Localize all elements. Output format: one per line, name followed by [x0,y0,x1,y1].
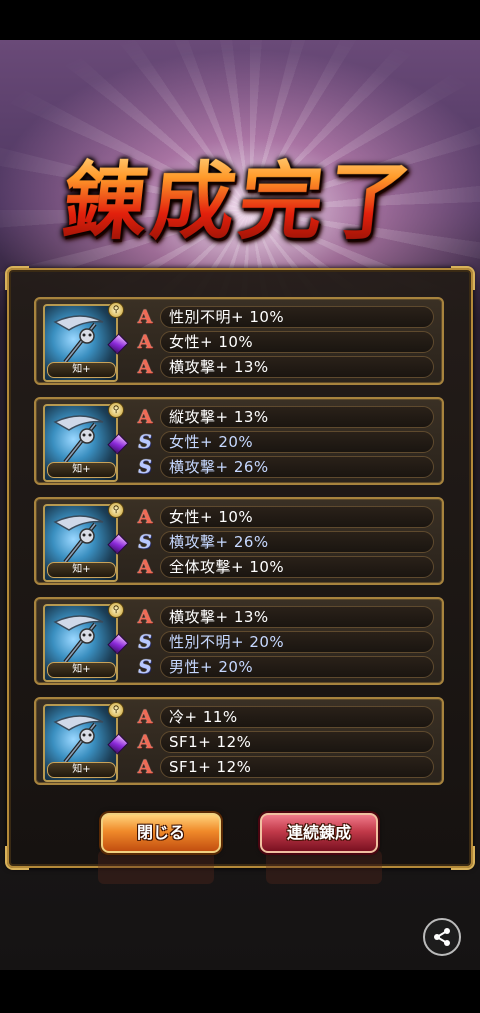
ability-text: SF1+ 12% [160,731,434,753]
rank-badge: A [137,506,153,528]
weapon-category-badge: 知+ [47,662,116,678]
ability-row: S 性別不明+ 20% [136,631,434,653]
rank-badge: S [138,656,152,678]
navigation-bar [0,970,480,1013]
rank-badge: A [137,406,153,428]
background-button-shadow [98,850,214,884]
rank-badge: A [137,306,153,328]
rank-badge: A [137,356,153,378]
weapon-category-badge: 知+ [47,562,116,578]
ability-row: S 横攻撃+ 26% [136,456,434,478]
weapon-thumbnail: 知+ [43,704,118,782]
ability-text: 男性+ 20% [160,656,434,678]
key-icon: ⚲ [108,402,124,418]
ability-text: 横攻撃+ 13% [160,606,434,628]
share-icon [434,928,450,946]
rank-badge: S [138,531,152,553]
rank-badge: S [138,456,152,478]
repeat-refine-button[interactable]: 連続錬成 [260,813,378,853]
ability-row: S 女性+ 20% [136,431,434,453]
weapon-thumbnail: 知+ [43,604,118,682]
weapon-thumbnail: 知+ [43,304,118,382]
ability-row: A SF1+ 12% [136,756,434,778]
weapon-category-badge: 知+ [47,362,116,378]
result-card[interactable]: 知+ ⚲ A 冷+ 11% A SF1+ 12% A SF1+ 12% [34,697,444,785]
result-title-text: 錬成完了 [58,135,423,256]
background-button-shadow [266,850,382,884]
rank-badge: S [138,631,152,653]
ability-row: A 全体攻撃+ 10% [136,556,434,578]
panel-corner-ornament [451,266,475,290]
ability-row: A 性別不明+ 10% [136,306,434,328]
rank-badge: A [137,331,153,353]
ability-text: 横攻撃+ 13% [160,356,434,378]
panel-corner-ornament [451,846,475,870]
ability-text: 縦攻撃+ 13% [160,406,434,428]
key-icon: ⚲ [108,302,124,318]
weapon-category-badge: 知+ [47,762,116,778]
rank-badge: A [137,731,153,753]
panel-corner-ornament [5,846,29,870]
rank-badge: S [138,431,152,453]
weapon-thumbnail: 知+ [43,404,118,482]
ability-row: A 横攻撃+ 13% [136,356,434,378]
rank-badge: A [137,706,153,728]
ability-text: 横攻撃+ 26% [160,531,434,553]
key-icon: ⚲ [108,602,124,618]
scythe-weapon-icon [53,315,104,364]
rank-badge: A [137,756,153,778]
ability-row: A 女性+ 10% [136,506,434,528]
result-card[interactable]: 知+ ⚲ A 横攻撃+ 13% S 性別不明+ 20% S 男性+ 20% [34,597,444,685]
ability-row: A 縦攻撃+ 13% [136,406,434,428]
key-icon: ⚲ [108,702,124,718]
close-button[interactable]: 閉じる [101,813,221,853]
weapon-thumbnail: 知+ [43,504,118,582]
ability-row: A SF1+ 12% [136,731,434,753]
rank-badge: A [137,556,153,578]
ability-row: A 冷+ 11% [136,706,434,728]
ability-row: S 男性+ 20% [136,656,434,678]
rank-badge: A [137,606,153,628]
scythe-weapon-icon [53,715,104,764]
share-button[interactable] [423,918,461,956]
ability-row: S 横攻撃+ 26% [136,531,434,553]
ability-row: A 女性+ 10% [136,331,434,353]
key-icon: ⚲ [108,502,124,518]
scythe-weapon-icon [53,515,104,564]
ability-text: SF1+ 12% [160,756,434,778]
ability-text: 女性+ 10% [160,506,434,528]
scythe-weapon-icon [53,415,104,464]
ability-text: 横攻撃+ 26% [160,456,434,478]
ability-text: 冷+ 11% [160,706,434,728]
result-card[interactable]: 知+ ⚲ A 女性+ 10% S 横攻撃+ 26% A 全体攻撃+ 10% [34,497,444,585]
ability-text: 女性+ 20% [160,431,434,453]
ability-text: 女性+ 10% [160,331,434,353]
ability-text: 全体攻撃+ 10% [160,556,434,578]
result-card[interactable]: 知+ ⚲ A 性別不明+ 10% A 女性+ 10% A 横攻撃+ 13% [34,297,444,385]
status-bar [0,0,480,40]
weapon-category-badge: 知+ [47,462,116,478]
result-card[interactable]: 知+ ⚲ A 縦攻撃+ 13% S 女性+ 20% S 横攻撃+ 26% [34,397,444,485]
panel-corner-ornament [5,266,29,290]
result-title: 錬成完了 [30,130,450,260]
ability-text: 性別不明+ 10% [160,306,434,328]
ability-row: A 横攻撃+ 13% [136,606,434,628]
scythe-weapon-icon [53,615,104,664]
ability-text: 性別不明+ 20% [160,631,434,653]
